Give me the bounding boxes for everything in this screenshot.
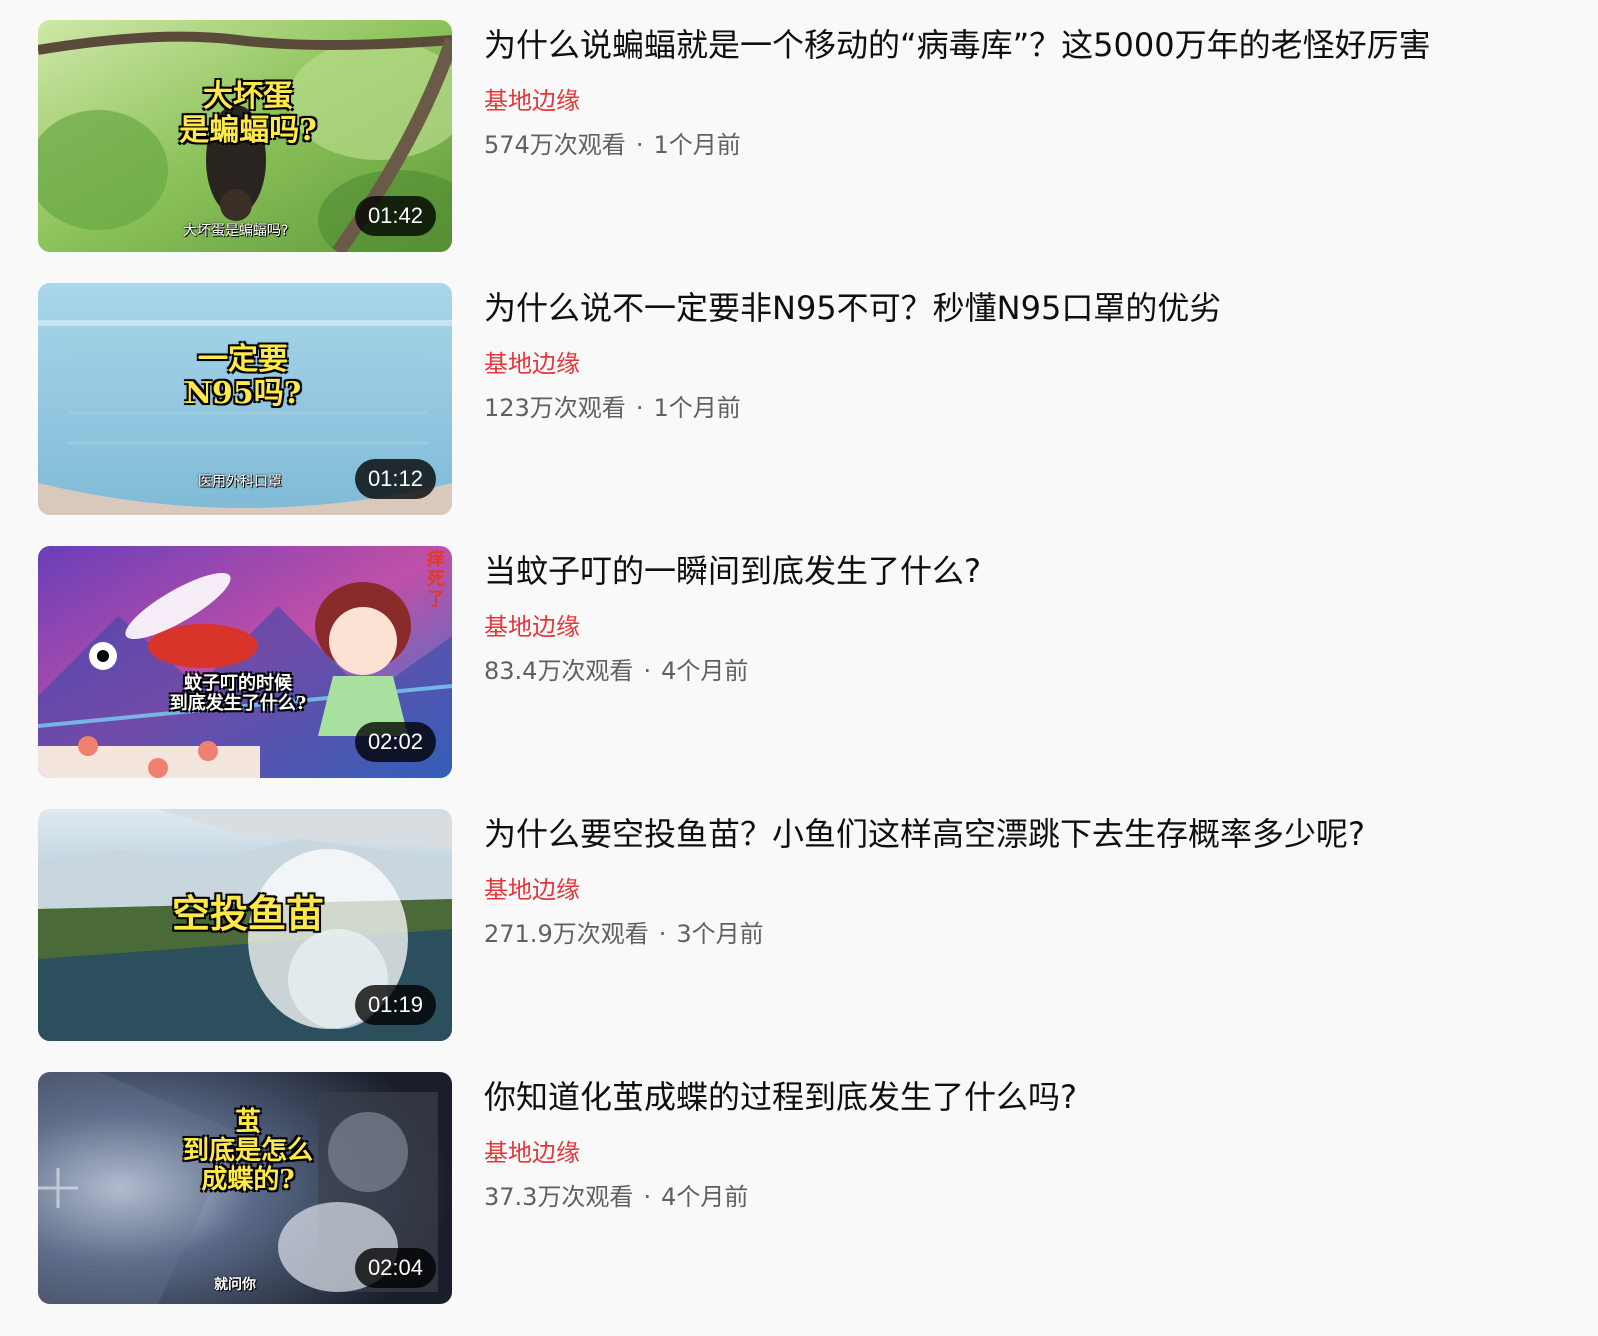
video-info: 为什么说不一定要非N95不可？秒懂N95口罩的优劣 基地边缘 123万次观看 · 1… [484, 283, 1221, 423]
video-thumbnail[interactable]: 蚊子叮的时候 到底发生了什么? 痒死了 02:02 [38, 546, 452, 778]
upload-age: 4个月前 [661, 1183, 749, 1211]
video-thumbnail[interactable]: 茧 到底是怎么 成蝶的? 就问你 02:04 [38, 1072, 452, 1304]
thumbnail-corner-text: 痒死了 [427, 549, 445, 611]
view-count: 83.4万次观看 [484, 657, 634, 685]
thumbnail-subtitle: 就问你 [214, 1277, 256, 1293]
thumbnail-caption: 大坏蛋 是蝙蝠吗? [179, 79, 317, 148]
video-item[interactable]: 一定要 N95吗? 医用外科口罩 01:12 为什么说不一定要非N95不可？秒懂… [38, 283, 1578, 515]
upload-age: 3个月前 [676, 920, 764, 948]
view-count: 37.3万次观看 [484, 1183, 634, 1211]
thumbnail-caption: 蚊子叮的时候 到底发生了什么? [169, 673, 307, 715]
duration-badge: 02:04 [354, 1248, 436, 1288]
upload-age: 1个月前 [653, 131, 741, 159]
thumbnail-caption: 空投鱼苗 [171, 891, 324, 936]
video-title[interactable]: 当蚊子叮的一瞬间到底发生了什么? [484, 548, 981, 594]
video-item[interactable]: 空投鱼苗 01:19 为什么要空投鱼苗？小鱼们这样高空漂跳下去生存概率多少呢? … [38, 809, 1578, 1041]
video-meta: 123万次观看 · 1个月前 [484, 393, 1221, 423]
video-meta: 37.3万次观看 · 4个月前 [484, 1182, 1077, 1212]
video-list: 大坏蛋 是蝙蝠吗? 大坏蛋是蝙蝠吗? 01:42 为什么说蝙蝠就是一个移动的“病… [38, 20, 1578, 1335]
thumbnail-subtitle: 医用外科口罩 [198, 474, 282, 490]
meta-separator: · [635, 394, 644, 422]
thumbnail-caption: 一定要 N95吗? [184, 342, 302, 411]
channel-name[interactable]: 基地边缘 [484, 1138, 1077, 1168]
thumbnail-subtitle: 大坏蛋是蝙蝠吗? [183, 223, 289, 239]
meta-separator: · [635, 131, 644, 159]
meta-separator: · [643, 657, 652, 685]
meta-separator: · [643, 1183, 652, 1211]
channel-name[interactable]: 基地边缘 [484, 875, 1365, 905]
view-count: 123万次观看 [484, 394, 626, 422]
video-title[interactable]: 为什么说不一定要非N95不可？秒懂N95口罩的优劣 [484, 285, 1221, 331]
video-item[interactable]: 大坏蛋 是蝙蝠吗? 大坏蛋是蝙蝠吗? 01:42 为什么说蝙蝠就是一个移动的“病… [38, 20, 1578, 252]
video-item[interactable]: 蚊子叮的时候 到底发生了什么? 痒死了 02:02 当蚊子叮的一瞬间到底发生了什… [38, 546, 1578, 778]
video-title[interactable]: 为什么说蝙蝠就是一个移动的“病毒库”？这5000万年的老怪好厉害 [484, 22, 1431, 68]
video-meta: 83.4万次观看 · 4个月前 [484, 656, 981, 686]
upload-age: 4个月前 [661, 657, 749, 685]
video-title[interactable]: 你知道化茧成蝶的过程到底发生了什么吗? [484, 1074, 1077, 1120]
view-count: 271.9万次观看 [484, 920, 649, 948]
channel-name[interactable]: 基地边缘 [484, 612, 981, 642]
video-info: 为什么说蝙蝠就是一个移动的“病毒库”？这5000万年的老怪好厉害 基地边缘 57… [484, 20, 1431, 160]
duration-badge: 01:42 [354, 196, 436, 236]
video-thumbnail[interactable]: 空投鱼苗 01:19 [38, 809, 452, 1041]
channel-name[interactable]: 基地边缘 [484, 349, 1221, 379]
video-meta: 574万次观看 · 1个月前 [484, 130, 1431, 160]
channel-name[interactable]: 基地边缘 [484, 86, 1431, 116]
video-thumbnail[interactable]: 大坏蛋 是蝙蝠吗? 大坏蛋是蝙蝠吗? 01:42 [38, 20, 452, 252]
thumbnail-caption: 茧 到底是怎么 成蝶的? [182, 1107, 313, 1196]
video-info: 当蚊子叮的一瞬间到底发生了什么? 基地边缘 83.4万次观看 · 4个月前 [484, 546, 981, 686]
duration-badge: 02:02 [354, 722, 436, 762]
duration-badge: 01:12 [354, 459, 436, 499]
view-count: 574万次观看 [484, 131, 626, 159]
duration-badge: 01:19 [354, 985, 436, 1025]
meta-separator: · [658, 920, 667, 948]
video-meta: 271.9万次观看 · 3个月前 [484, 919, 1365, 949]
video-info: 为什么要空投鱼苗？小鱼们这样高空漂跳下去生存概率多少呢? 基地边缘 271.9万… [484, 809, 1365, 949]
video-info: 你知道化茧成蝶的过程到底发生了什么吗? 基地边缘 37.3万次观看 · 4个月前 [484, 1072, 1077, 1212]
upload-age: 1个月前 [653, 394, 741, 422]
video-thumbnail[interactable]: 一定要 N95吗? 医用外科口罩 01:12 [38, 283, 452, 515]
video-title[interactable]: 为什么要空投鱼苗？小鱼们这样高空漂跳下去生存概率多少呢? [484, 811, 1365, 857]
video-item[interactable]: 茧 到底是怎么 成蝶的? 就问你 02:04 你知道化茧成蝶的过程到底发生了什么… [38, 1072, 1578, 1304]
